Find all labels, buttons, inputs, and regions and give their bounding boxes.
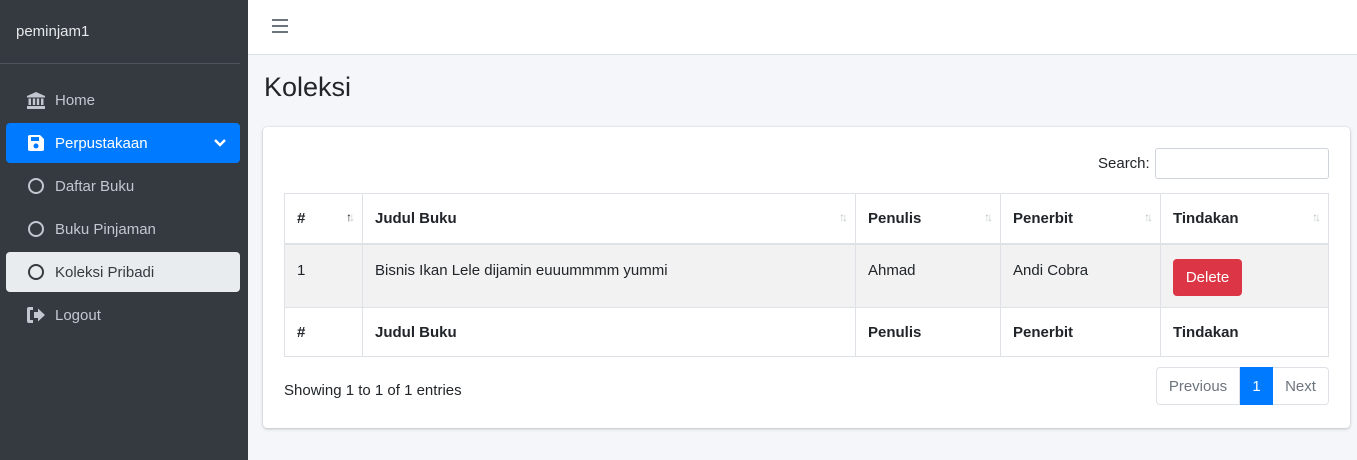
bank-icon (26, 90, 46, 110)
koleksi-table: # ↑↓ Judul Buku ↑↓ Penulis ↑↓ Penerbit ↑… (284, 193, 1329, 357)
sidebar-item-koleksi-pribadi[interactable]: Koleksi Pribadi (6, 252, 240, 292)
brand-user[interactable]: peminjam1 (0, 0, 240, 64)
column-header-penerbit[interactable]: Penerbit ↑↓ (1000, 193, 1161, 245)
circle-icon (26, 176, 46, 196)
cell-penulis: Ahmad (855, 243, 1001, 308)
column-header-penulis[interactable]: Penulis ↑↓ (855, 193, 1001, 245)
pagination: Previous 1 Next (1156, 367, 1329, 405)
chevron-down-icon (214, 135, 226, 152)
sidebar-item-label: Perpustakaan (55, 134, 148, 152)
sidebar-item-label: Koleksi Pribadi (55, 263, 155, 281)
column-header-number[interactable]: # ↑↓ (284, 193, 363, 245)
sidebar-item-buku-pinjaman[interactable]: Buku Pinjaman (6, 209, 240, 249)
sidebar-item-logout[interactable]: Logout (6, 295, 240, 335)
sort-ascending-icon: ↑↓ (346, 210, 355, 224)
footer-penerbit: Penerbit (1000, 307, 1161, 357)
cell-tindakan: Delete (1160, 243, 1329, 308)
table-info: Showing 1 to 1 of 1 entries (284, 382, 462, 399)
footer-tindakan: Tindakan (1160, 307, 1329, 357)
page-1-button[interactable]: 1 (1240, 367, 1273, 405)
sidebar: peminjam1 Home Perpustakaan Daftar Buku … (0, 0, 248, 460)
delete-button[interactable]: Delete (1173, 258, 1242, 296)
sort-icon: ↑↓ (1312, 210, 1321, 224)
previous-page-button[interactable]: Previous (1156, 367, 1240, 405)
sort-icon: ↑↓ (1144, 210, 1153, 224)
sidebar-item-label: Buku Pinjaman (55, 220, 156, 238)
sign-out-icon (26, 305, 46, 325)
sidebar-item-daftar-buku[interactable]: Daftar Buku (6, 166, 240, 206)
sidebar-item-label: Daftar Buku (55, 177, 135, 195)
next-page-button[interactable]: Next (1273, 367, 1329, 405)
circle-icon (26, 219, 46, 239)
sidebar-item-label: Logout (55, 306, 101, 324)
column-header-judul-buku[interactable]: Judul Buku ↑↓ (362, 193, 856, 245)
cell-judul-buku: Bisnis Ikan Lele dijamin euuummmm yummi (362, 243, 856, 308)
search-input[interactable] (1155, 148, 1329, 179)
sort-icon: ↑↓ (984, 210, 993, 224)
sidebar-item-label: Home (55, 91, 96, 109)
sort-icon: ↑↓ (839, 210, 848, 224)
sidebar-item-perpustakaan[interactable]: Perpustakaan (6, 123, 240, 163)
sidebar-item-home[interactable]: Home (6, 80, 240, 120)
footer-number: # (284, 307, 363, 357)
page-title: Koleksi (264, 72, 352, 102)
sidebar-nav: Home Perpustakaan Daftar Buku Buku Pinja… (0, 64, 248, 335)
cell-penerbit: Andi Cobra (1000, 243, 1161, 308)
save-icon (26, 133, 46, 153)
footer-judul-buku: Judul Buku (362, 307, 856, 357)
top-navbar (248, 0, 1357, 55)
cell-number: 1 (284, 243, 363, 308)
column-header-tindakan[interactable]: Tindakan ↑↓ (1160, 193, 1329, 245)
circle-icon (26, 262, 46, 282)
footer-penulis: Penulis (855, 307, 1001, 357)
hamburger-menu-icon[interactable] (272, 19, 288, 33)
koleksi-card: Search: # ↑↓ Judul Buku ↑↓ Penulis ↑↓ Pe… (263, 127, 1350, 428)
table-row: 1 Bisnis Ikan Lele dijamin euuummmm yumm… (284, 243, 1329, 308)
search-label: Search: (1098, 155, 1150, 172)
